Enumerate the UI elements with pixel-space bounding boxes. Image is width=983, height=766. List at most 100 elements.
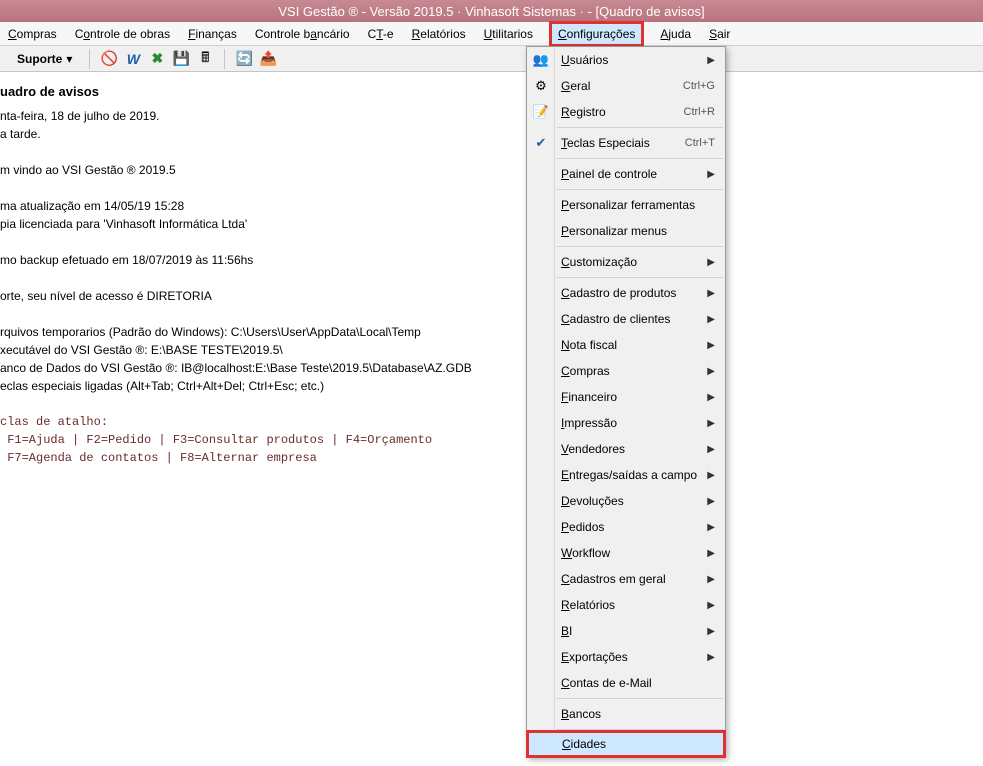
- menu-cte[interactable]: CT-e: [368, 27, 394, 41]
- dropdown-item-label: Registro: [561, 105, 684, 119]
- save-icon[interactable]: 💾: [172, 50, 190, 68]
- content-line: [0, 179, 983, 197]
- dropdown-item-financeiro[interactable]: Financeiro▶: [527, 384, 725, 410]
- content-line: nta-feira, 18 de julho de 2019.: [0, 107, 983, 125]
- dropdown-item-label: Teclas Especiais: [561, 136, 685, 150]
- configuracoes-dropdown: 👥Usuários▶⚙GeralCtrl+G 📝 RegistroCtrl+R ✔Te…: [526, 46, 726, 757]
- content-line: a tarde.: [0, 125, 983, 143]
- menu-ajuda[interactable]: Ajuda: [660, 27, 691, 41]
- content-line: pia licenciada para 'Vinhasoft Informáti…: [0, 215, 983, 233]
- dropdown-item-teclas-especiais[interactable]: ✔Teclas EspeciaisCtrl+T: [527, 130, 725, 156]
- dropdown-item-usu-rios[interactable]: 👥Usuários▶: [527, 47, 725, 73]
- dropdown-item-relat-rios[interactable]: Relatórios▶: [527, 592, 725, 618]
- dropdown-item-cadastro-de-clientes[interactable]: Cadastro de clientes▶: [527, 306, 725, 332]
- dropdown-item-bi[interactable]: BI▶: [527, 618, 725, 644]
- dropdown-item-label: Personalizar ferramentas: [561, 198, 715, 212]
- dropdown-item-label: Contas de e-Mail: [561, 676, 715, 690]
- calculator-icon[interactable]: 🖩: [196, 50, 214, 68]
- support-label: Suporte: [17, 52, 62, 66]
- menu-compras[interactable]: Compras: [8, 27, 57, 41]
- shortcut-line: clas de atalho:: [0, 413, 983, 431]
- dropdown-item-label: Workflow: [561, 546, 707, 560]
- dropdown-item-vendedores[interactable]: Vendedores▶: [527, 436, 725, 462]
- window-title: VSI Gestão ® - Versão 2019.5 · Vinhasoft…: [278, 4, 704, 19]
- menu-utilitarios[interactable]: Utilitarios: [484, 27, 533, 41]
- w-icon[interactable]: W: [124, 50, 142, 68]
- toolbar-separator: [224, 49, 225, 69]
- dropdown-item-customiza-o[interactable]: Customização▶: [527, 249, 725, 275]
- submenu-arrow-icon: ▶: [707, 496, 715, 507]
- dropdown-item-workflow[interactable]: Workflow▶: [527, 540, 725, 566]
- content-heading: uadro de avisos: [0, 84, 983, 99]
- dropdown-item-cidades[interactable]: Cidades: [527, 731, 725, 757]
- gear-icon: ⚙: [531, 76, 551, 96]
- dropdown-shortcut: Ctrl+G: [683, 80, 715, 92]
- dropdown-item-exporta-es[interactable]: Exportações▶: [527, 644, 725, 670]
- menu-financas[interactable]: Finanças: [188, 27, 237, 41]
- dropdown-item-label: Vendedores: [561, 442, 707, 456]
- dropdown-item-nota-fiscal[interactable]: Nota fiscal▶: [527, 332, 725, 358]
- submenu-arrow-icon: ▶: [707, 55, 715, 66]
- submenu-arrow-icon: ▶: [707, 626, 715, 637]
- exit-icon[interactable]: 📤: [259, 50, 277, 68]
- submenu-arrow-icon: ▶: [707, 444, 715, 455]
- dropdown-separator: [557, 189, 723, 190]
- registry-icon: 📝: [531, 102, 551, 122]
- cross-icon[interactable]: ✖: [148, 50, 166, 68]
- menu-controle-obras[interactable]: Controle de obras: [75, 27, 170, 41]
- dropdown-shortcut: Ctrl+R: [684, 106, 715, 118]
- dropdown-item-pedidos[interactable]: Pedidos▶: [527, 514, 725, 540]
- dropdown-item-label: Cadastro de produtos: [561, 286, 707, 300]
- dropdown-item-label: Personalizar menus: [561, 224, 715, 238]
- dropdown-separator: [557, 277, 723, 278]
- content-line: [0, 143, 983, 161]
- submenu-arrow-icon: ▶: [707, 257, 715, 268]
- dropdown-item-contas-de-e-mail[interactable]: Contas de e-Mail: [527, 670, 725, 696]
- dropdown-item-label: BI: [561, 624, 707, 638]
- submenu-arrow-icon: ▶: [707, 340, 715, 351]
- submenu-arrow-icon: ▶: [707, 548, 715, 559]
- submenu-arrow-icon: ▶: [707, 392, 715, 403]
- dropdown-item-painel-de-controle[interactable]: Painel de controle▶: [527, 161, 725, 187]
- dropdown-item-label: Cadastro de clientes: [561, 312, 707, 326]
- dropdown-item-geral[interactable]: ⚙GeralCtrl+G: [527, 73, 725, 99]
- dropdown-item-cadastros-em-geral[interactable]: Cadastros em geral▶: [527, 566, 725, 592]
- submenu-arrow-icon: ▶: [707, 366, 715, 377]
- dropdown-item-personalizar-ferramentas[interactable]: Personalizar ferramentas: [527, 192, 725, 218]
- content-line: anco de Dados do VSI Gestão ®: IB@localh…: [0, 359, 983, 377]
- menu-sair[interactable]: Sair: [709, 27, 730, 41]
- dropdown-item-label: Nota fiscal: [561, 338, 707, 352]
- dropdown-item-label: Usuários: [561, 53, 707, 67]
- dropdown-separator: [557, 246, 723, 247]
- dropdown-item-label: Devoluções: [561, 494, 707, 508]
- menu-configuracoes[interactable]: Configurações: [551, 23, 642, 45]
- dropdown-item-label: Bancos: [561, 707, 715, 721]
- content-line: [0, 305, 983, 323]
- dropdown-item-devolu-es[interactable]: Devoluções▶: [527, 488, 725, 514]
- dropdown-item-label: Entregas/saídas a campo: [561, 468, 707, 482]
- content-line: xecutável do VSI Gestão ®: E:\BASE TESTE…: [0, 341, 983, 359]
- menu-controle-bancario[interactable]: Controle bancário: [255, 27, 350, 41]
- submenu-arrow-icon: ▶: [707, 169, 715, 180]
- dropdown-separator: [557, 729, 723, 730]
- menu-relatorios[interactable]: Relatórios: [412, 27, 466, 41]
- dropdown-item-registro[interactable]: 📝 RegistroCtrl+R: [527, 99, 725, 125]
- dropdown-item-entregas-sa-das-a-campo[interactable]: Entregas/saídas a campo▶: [527, 462, 725, 488]
- no-entry-icon[interactable]: 🚫: [100, 50, 118, 68]
- dropdown-item-compras[interactable]: Compras▶: [527, 358, 725, 384]
- dropdown-item-label: Exportações: [561, 650, 707, 664]
- content-line: orte, seu nível de acesso é DIRETORIA: [0, 287, 983, 305]
- content-line: eclas especiais ligadas (Alt+Tab; Ctrl+A…: [0, 377, 983, 395]
- refresh-icon[interactable]: 🔄: [235, 50, 253, 68]
- title-bar: VSI Gestão ® - Versão 2019.5 · Vinhasoft…: [0, 0, 983, 22]
- dropdown-item-label: Relatórios: [561, 598, 707, 612]
- chevron-down-icon: ▾: [66, 52, 72, 66]
- dropdown-item-personalizar-menus[interactable]: Personalizar menus: [527, 218, 725, 244]
- submenu-arrow-icon: ▶: [707, 574, 715, 585]
- support-button[interactable]: Suporte ▾: [10, 49, 79, 69]
- content-line: [0, 269, 983, 287]
- dropdown-item-impress-o[interactable]: Impressão▶: [527, 410, 725, 436]
- dropdown-item-bancos[interactable]: Bancos: [527, 701, 725, 727]
- dropdown-item-label: Financeiro: [561, 390, 707, 404]
- dropdown-item-cadastro-de-produtos[interactable]: Cadastro de produtos▶: [527, 280, 725, 306]
